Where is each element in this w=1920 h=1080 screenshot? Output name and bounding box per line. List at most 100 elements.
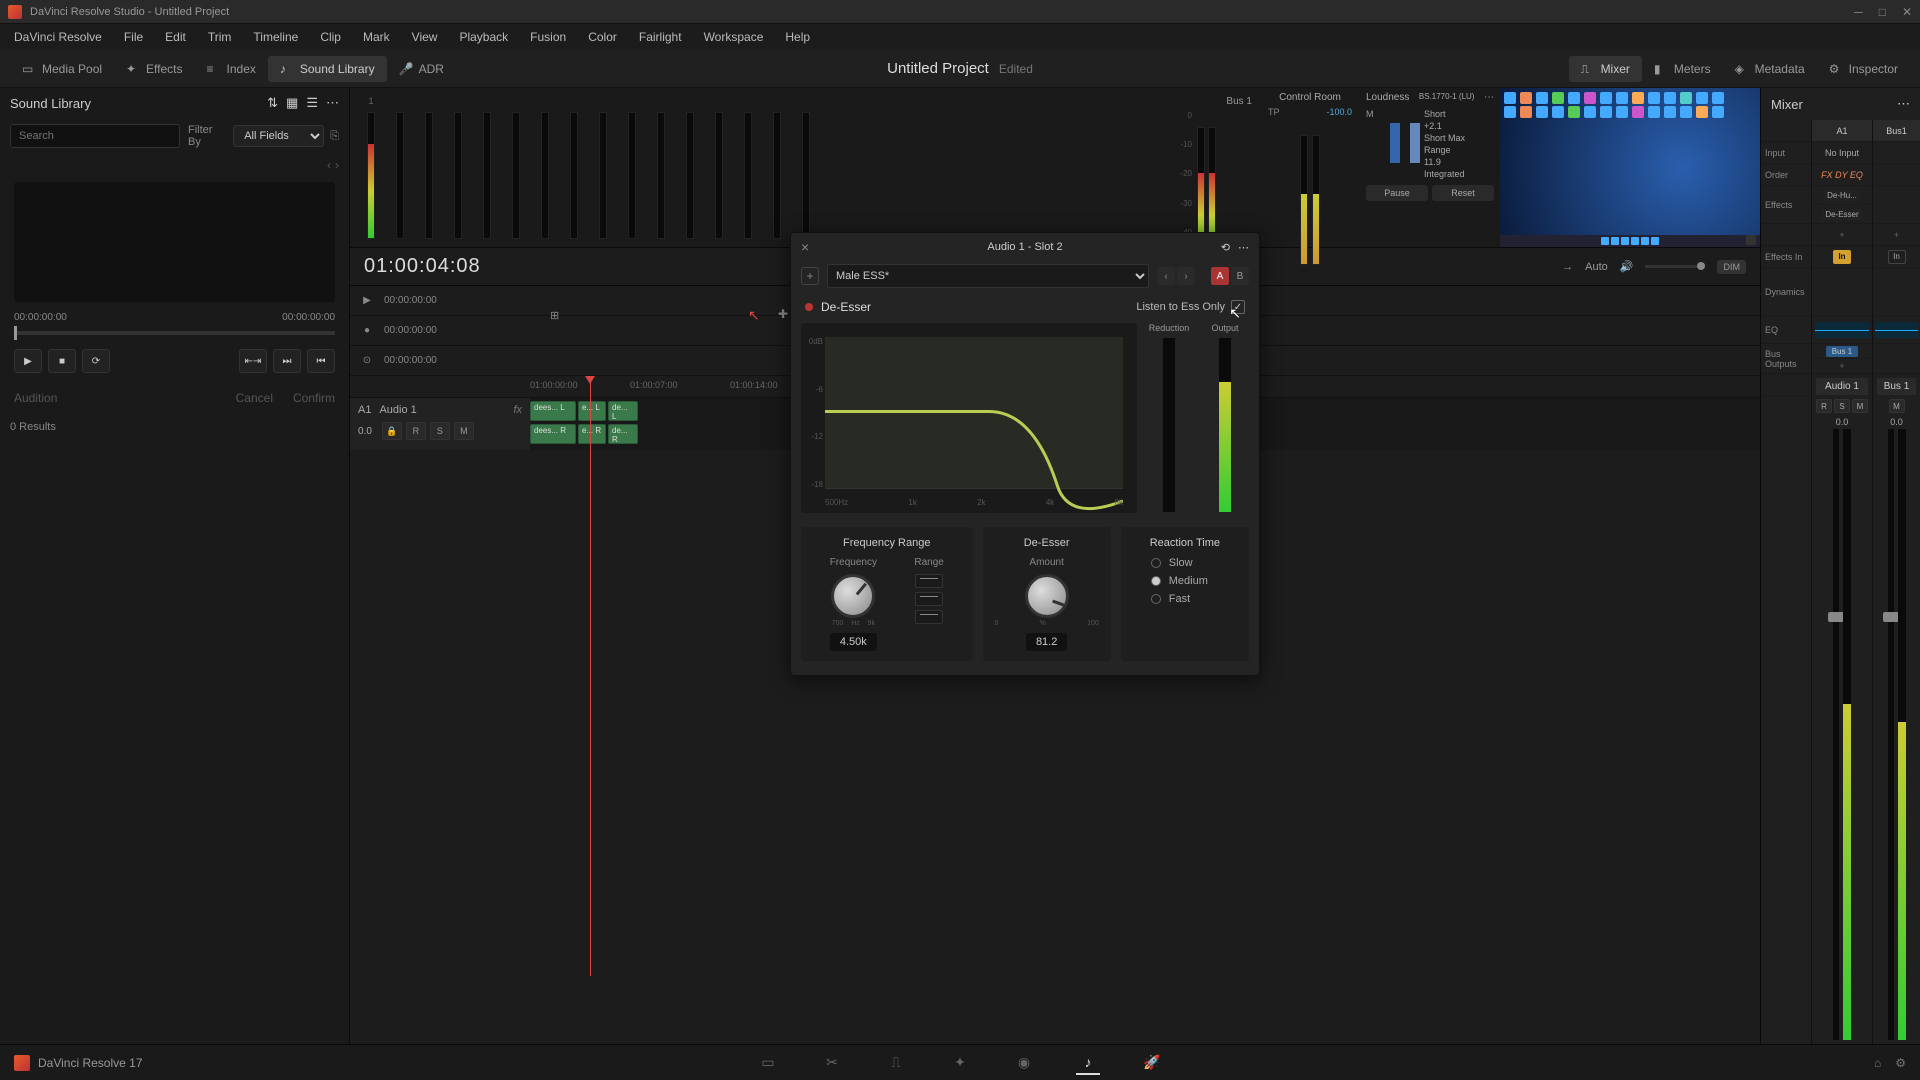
strip-a1-fx1[interactable]: De-Hu...	[1824, 190, 1860, 201]
strip-a1-in-button[interactable]: In	[1833, 250, 1851, 264]
reset-button[interactable]: Reset	[1432, 185, 1494, 201]
inspector-button[interactable]: ⚙Inspector	[1817, 56, 1910, 82]
strip-a1-eq[interactable]	[1815, 322, 1869, 338]
amount-value[interactable]: 81.2	[1026, 633, 1067, 651]
menu-mark[interactable]: Mark	[353, 26, 400, 48]
pause-button[interactable]: Pause	[1366, 185, 1428, 201]
auto-label[interactable]: Auto	[1585, 261, 1608, 273]
frequency-value[interactable]: 4.50k	[830, 633, 877, 651]
fx-bypass-dot[interactable]	[805, 303, 813, 311]
menu-fairlight[interactable]: Fairlight	[629, 26, 692, 48]
menu-color[interactable]: Color	[578, 26, 627, 48]
next-icon[interactable]: ›	[335, 158, 339, 172]
audition-button[interactable]: Audition	[14, 391, 57, 405]
tc-row-1[interactable]: 00:00:00:00	[384, 295, 437, 306]
a1-db[interactable]: 0.0	[1816, 417, 1868, 427]
a1-solo[interactable]: S	[1834, 399, 1850, 413]
mixer-options-icon[interactable]: ⋯	[1897, 96, 1910, 112]
preview-scrubber[interactable]	[14, 331, 335, 335]
menu-view[interactable]: View	[402, 26, 448, 48]
editmode-icon[interactable]: ⊞	[550, 309, 559, 322]
listen-ess-checkbox[interactable]: ✓	[1231, 300, 1245, 314]
media-pool-button[interactable]: ▭Media Pool	[10, 56, 114, 82]
sound-library-button[interactable]: ♪Sound Library	[268, 56, 387, 82]
filter-options-icon[interactable]: ⎘	[330, 130, 339, 143]
home-icon[interactable]: ⌂	[1874, 1056, 1881, 1070]
color-page[interactable]: ◉	[1012, 1051, 1036, 1075]
menu-file[interactable]: File	[114, 26, 153, 48]
fx-reset-icon[interactable]: ⟲	[1221, 241, 1230, 254]
volume-slider[interactable]	[1645, 265, 1705, 268]
strip-bus1-order[interactable]	[1873, 164, 1920, 186]
strip-a1-order[interactable]: FX DY EQ	[1821, 170, 1863, 180]
mixer-button[interactable]: ⎍Mixer	[1569, 56, 1642, 82]
skip-fwd-button[interactable]: ⏭	[273, 349, 301, 373]
media-page[interactable]: ▭	[756, 1051, 780, 1075]
expand-viewer-icon[interactable]	[1746, 235, 1756, 245]
index-button[interactable]: ≡Index	[195, 56, 268, 82]
reaction-fast[interactable]: Fast	[1151, 593, 1190, 605]
list-view-icon[interactable]: ☰	[306, 95, 318, 111]
bus1-mute[interactable]: M	[1889, 399, 1905, 413]
filter-field-select[interactable]: All Fields	[233, 125, 324, 147]
fx-options-icon[interactable]: ⋯	[1238, 241, 1249, 254]
track-volume[interactable]: 0.0	[358, 426, 372, 437]
fx-close-button[interactable]: ×	[801, 239, 809, 255]
range-narrow-button[interactable]	[915, 574, 943, 588]
confirm-button[interactable]: Confirm	[293, 391, 335, 405]
stop-button[interactable]: ■	[48, 349, 76, 373]
fx-ab-a[interactable]: A	[1211, 267, 1229, 285]
reaction-slow[interactable]: Slow	[1151, 557, 1193, 569]
bus1-fader[interactable]	[1888, 429, 1894, 1040]
strip-a1-input[interactable]: No Input	[1812, 142, 1872, 164]
play-cursor-icon[interactable]: ▶	[360, 295, 374, 306]
fairlight-page[interactable]: ♪	[1076, 1051, 1100, 1075]
fx-ab-b[interactable]: B	[1231, 267, 1249, 285]
in-out-button[interactable]: ⇤⇥	[239, 349, 267, 373]
menu-workspace[interactable]: Workspace	[694, 26, 774, 48]
strip-a1-add-fx[interactable]: +	[1839, 230, 1844, 240]
cut-page[interactable]: ✂	[820, 1051, 844, 1075]
search-input[interactable]	[10, 124, 180, 148]
main-timecode[interactable]: 01:00:04:08	[364, 255, 481, 278]
tc-row-3[interactable]: 00:00:00:00	[384, 355, 437, 366]
strip-a1-header[interactable]: A1	[1812, 120, 1872, 142]
audio-clip-6[interactable]: de... R	[608, 424, 638, 444]
menu-help[interactable]: Help	[775, 26, 820, 48]
a1-arm[interactable]: R	[1816, 399, 1832, 413]
loudness-options-icon[interactable]: ⋯	[1484, 92, 1494, 103]
strip-bus1-header[interactable]: Bus1	[1873, 120, 1920, 142]
metadata-button[interactable]: ◈Metadata	[1723, 56, 1817, 82]
maximize-button[interactable]: □	[1879, 5, 1886, 19]
meters-button[interactable]: ▮Meters	[1642, 56, 1723, 82]
track-header-a1[interactable]: A1Audio 1fx 0.0 🔒 R S M	[350, 398, 530, 450]
strip-bus1-fx[interactable]	[1873, 186, 1920, 224]
fx-preset-select[interactable]: Male ESS*	[827, 264, 1149, 288]
a1-fader[interactable]	[1833, 429, 1839, 1040]
audio-clip-2[interactable]: e... L	[578, 401, 606, 421]
dim-button[interactable]: DIM	[1717, 260, 1746, 274]
fusion-page[interactable]: ✦	[948, 1051, 972, 1075]
strip-a1-dynamics[interactable]	[1812, 268, 1872, 316]
strip-bus1-eq[interactable]	[1875, 322, 1917, 338]
lock-button[interactable]: 🔒	[382, 422, 402, 440]
tc-row-2[interactable]: 00:00:00:00	[384, 325, 437, 336]
audio-clip-4[interactable]: dees... R	[530, 424, 576, 444]
range-medium-button[interactable]	[915, 592, 943, 606]
solo-button[interactable]: S	[430, 422, 450, 440]
prev-icon[interactable]: ‹	[327, 158, 331, 172]
strip-a1-bus[interactable]: Bus 1	[1826, 346, 1858, 357]
menu-timeline[interactable]: Timeline	[243, 26, 308, 48]
strip-bus1-dynamics[interactable]	[1873, 268, 1920, 316]
deliver-page[interactable]: 🚀	[1140, 1051, 1164, 1075]
mute-button[interactable]: M	[454, 422, 474, 440]
menu-clip[interactable]: Clip	[310, 26, 351, 48]
minimize-button[interactable]: ─	[1854, 5, 1863, 19]
snap-icon[interactable]: ✚	[778, 307, 788, 321]
edit-page[interactable]: ⎍	[884, 1051, 908, 1075]
fx-prev-preset[interactable]: ‹	[1157, 267, 1175, 285]
strip-bus1-add-fx[interactable]: +	[1894, 230, 1899, 240]
fx-next-preset[interactable]: ›	[1177, 267, 1195, 285]
menu-edit[interactable]: Edit	[155, 26, 196, 48]
a1-mute[interactable]: M	[1852, 399, 1868, 413]
